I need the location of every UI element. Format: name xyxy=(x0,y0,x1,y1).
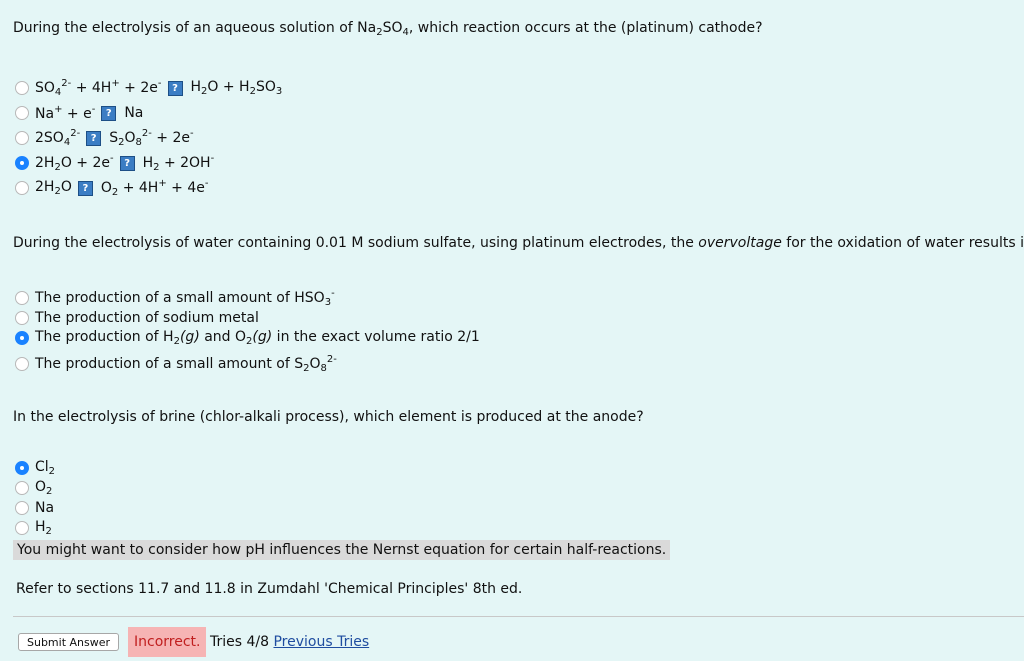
previous-tries-link[interactable]: Previous Tries xyxy=(273,634,369,650)
missing-arrow-icon: ? xyxy=(101,105,117,121)
option-label: Cl2 xyxy=(35,459,56,477)
option-label: 2H2O xyxy=(35,179,72,197)
option-label: S2O82- + 2e- xyxy=(109,128,194,148)
q3-option-1[interactable]: Cl2 xyxy=(15,458,55,478)
question-3-options: Cl2 O2 Na H2 xyxy=(15,458,55,538)
question-3-text: In the electrolysis of brine (chlor-alka… xyxy=(13,409,644,425)
q2-option-3[interactable]: The production of H2(g) and O2(g) in the… xyxy=(15,328,480,348)
missing-arrow-icon: ? xyxy=(119,155,135,171)
status-badge: Incorrect. xyxy=(128,627,207,657)
option-label: The production of sodium metal xyxy=(35,310,259,326)
q2-option-4[interactable]: The production of a small amount of S2O8… xyxy=(15,354,480,374)
tries-count: Tries 4/8 xyxy=(210,634,270,650)
radio-button[interactable] xyxy=(15,481,29,495)
q1-option-3[interactable]: 2SO42- ? S2O82- + 2e- xyxy=(15,128,282,148)
question-2-options: The production of a small amount of HSO3… xyxy=(15,288,480,374)
divider xyxy=(13,616,1024,617)
tries-info: Tries 4/8 Previous Tries xyxy=(210,634,369,650)
radio-button[interactable] xyxy=(15,181,29,195)
submit-answer-button[interactable]: Submit Answer xyxy=(18,633,120,651)
radio-button-selected[interactable] xyxy=(15,461,29,475)
option-label: SO42- + 4H+ + 2e- xyxy=(35,78,162,98)
q1-option-2[interactable]: Na+ + e- ? Na xyxy=(15,103,282,123)
q2-option-2[interactable]: The production of sodium metal xyxy=(15,308,480,328)
radio-button[interactable] xyxy=(15,521,29,535)
option-label: The production of H2(g) and O2(g) in the… xyxy=(35,329,480,347)
question-2-text: During the electrolysis of water contain… xyxy=(13,235,1024,251)
option-label: H2 xyxy=(35,519,52,537)
option-label: 2SO42- xyxy=(35,128,81,148)
missing-arrow-icon: ? xyxy=(86,130,102,146)
question-1-options: SO42- + 4H+ + 2e- ? H2O + H2SO3 Na+ + e-… xyxy=(15,78,282,198)
q3-option-4[interactable]: H2 xyxy=(15,518,55,538)
radio-button[interactable] xyxy=(15,131,29,145)
question-1-text: During the electrolysis of an aqueous so… xyxy=(13,20,763,38)
option-label: Na xyxy=(35,500,55,516)
radio-button[interactable] xyxy=(15,291,29,305)
option-label: Na xyxy=(124,105,144,121)
radio-button[interactable] xyxy=(15,357,29,371)
q1-option-4[interactable]: 2H2O + 2e- ? H2 + 2OH- xyxy=(15,153,282,173)
hint-message: You might want to consider how pH influe… xyxy=(13,540,671,560)
q1-option-1[interactable]: SO42- + 4H+ + 2e- ? H2O + H2SO3 xyxy=(15,78,282,98)
missing-arrow-icon: ? xyxy=(167,80,183,96)
option-label: H2 + 2OH- xyxy=(142,153,215,173)
missing-arrow-icon: ? xyxy=(77,180,93,196)
radio-button[interactable] xyxy=(15,501,29,515)
radio-button[interactable] xyxy=(15,81,29,95)
option-label: Na+ + e- xyxy=(35,104,96,122)
radio-button-selected[interactable] xyxy=(15,331,29,345)
q3-option-2[interactable]: O2 xyxy=(15,478,55,498)
radio-button[interactable] xyxy=(15,311,29,325)
reference-text: Refer to sections 11.7 and 11.8 in Zumda… xyxy=(16,581,523,597)
option-label: O2 + 4H+ + 4e- xyxy=(100,178,209,198)
radio-button-selected[interactable] xyxy=(15,156,29,170)
q3-option-3[interactable]: Na xyxy=(15,498,55,518)
radio-button[interactable] xyxy=(15,106,29,120)
q2-option-1[interactable]: The production of a small amount of HSO3… xyxy=(15,288,480,308)
option-label: The production of a small amount of HSO3… xyxy=(35,288,335,308)
option-label: H2O + H2SO3 xyxy=(190,79,283,97)
option-label: O2 xyxy=(35,479,53,497)
option-label: The production of a small amount of S2O8… xyxy=(35,354,337,374)
option-label: 2H2O + 2e- xyxy=(35,153,114,173)
q1-option-5[interactable]: 2H2O ? O2 + 4H+ + 4e- xyxy=(15,178,282,198)
